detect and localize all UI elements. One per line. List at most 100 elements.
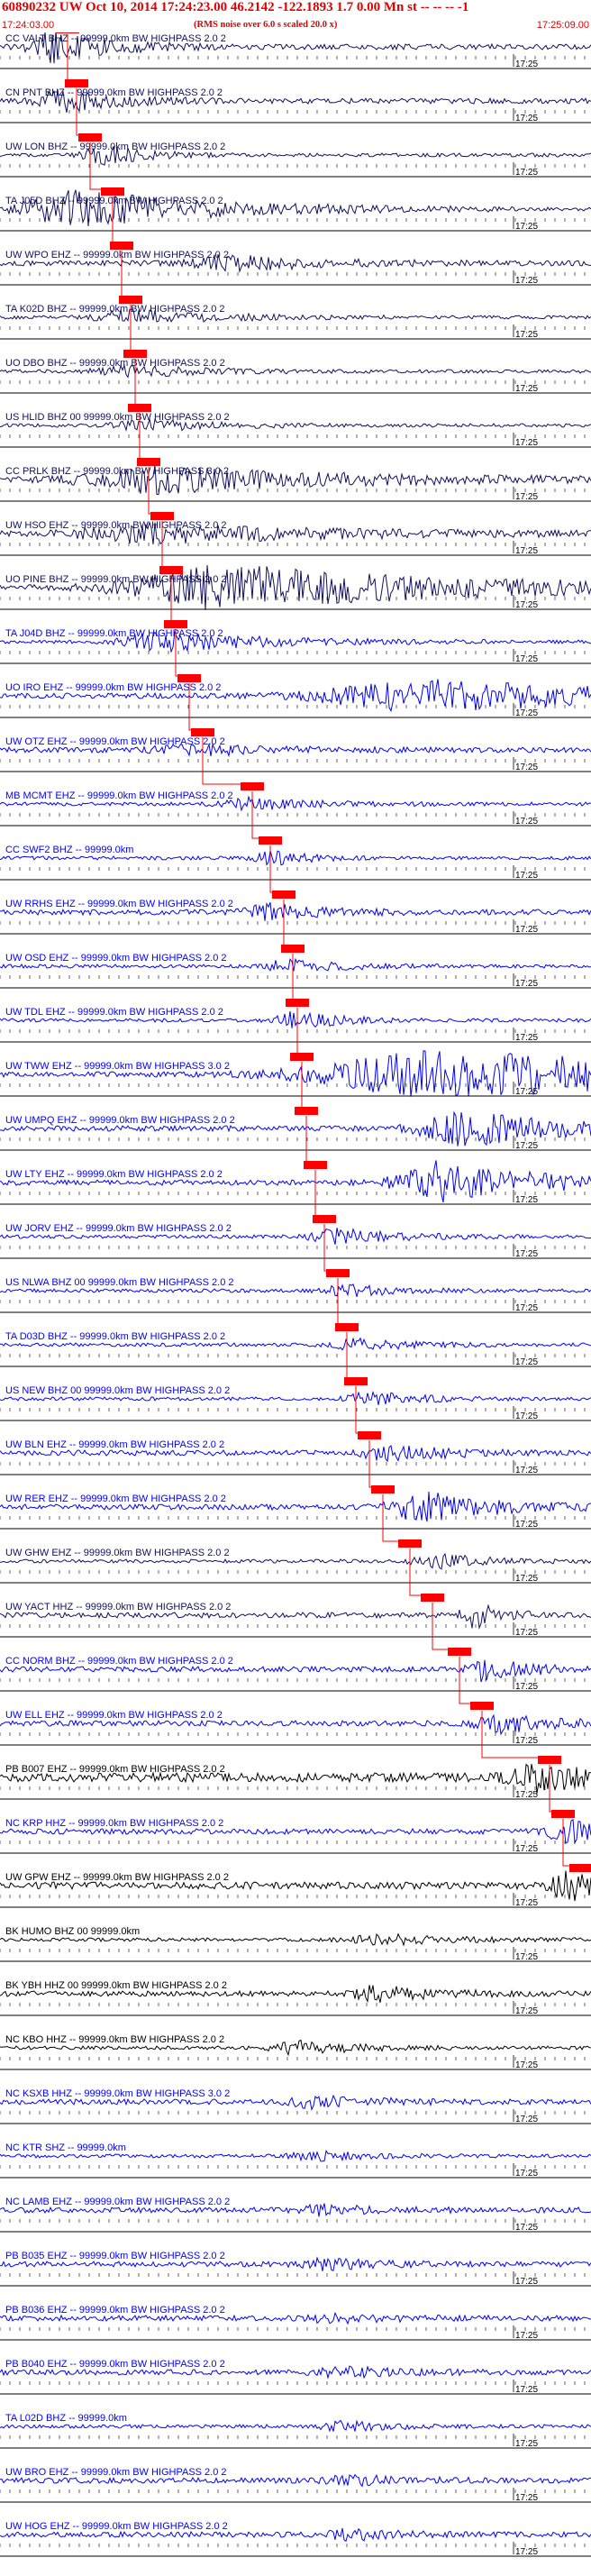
minute-tick-label: 17:25 [515,1249,538,1259]
channel-24: TA D03D BHZ -- 99999.0km BW HIGHPASS 2.0… [0,1331,591,1367]
minute-tick-label: 17:25 [515,1574,538,1584]
pick-marker [65,79,88,87]
channel-11: TA J04D BHZ -- 99999.0km BW HIGHPASS 2.0… [0,628,591,664]
channel-label: UW RRHS EHZ -- 99999.0km BW HIGHPASS 2.0… [5,899,233,909]
channel-label: CN PNT BHZ -- 99999.0km BW HIGHPASS 2.0 … [5,87,223,98]
channel-30: CC NORM BHZ -- 99999.0km BW HIGHPASS 2.0… [0,1656,591,1692]
channel-label: UW RER EHZ -- 99999.0km BW HIGHPASS 2.0 … [5,1494,226,1504]
pick-marker [326,1269,350,1277]
channel-label: PB B035 EHZ -- 99999.0km BW HIGHPASS 2.0… [5,2251,225,2261]
minute-tick-label: 17:25 [515,1357,538,1367]
minute-tick-label: 17:25 [515,979,538,989]
pick-marker [259,836,282,845]
pick-marker [448,1648,471,1656]
minute-tick-label: 17:25 [515,1466,538,1475]
pick-line [368,1440,383,1488]
minute-tick-label: 17:25 [515,168,538,178]
minute-tick-label: 17:25 [515,59,538,69]
minute-tick-label: 17:25 [515,600,538,610]
channel-31: UW ELL EHZ -- 99999.0km BW HIGHPASS 2.0 … [0,1710,591,1746]
minute-tick-label: 17:25 [515,2115,538,2124]
minute-tick-label: 17:25 [515,925,538,935]
pick-line [305,1116,315,1164]
channel-label: UW HOG EHZ -- 99999.0km BW HIGHPASS 2.0 … [5,2521,228,2532]
channel-label: UW ELL EHZ -- 99999.0km BW HIGHPASS 2.0 … [5,1710,223,1721]
channel-45: UW BRO EHZ -- 99999.0km BW HIGHPASS 2.0 … [0,2467,591,2503]
minute-tick-label: 17:25 [515,222,538,232]
channel-label: UW JORV EHZ -- 99999.0km BW HIGHPASS 2.0… [5,1223,232,1234]
channel-17: UW OSD EHZ -- 99999.0km BW HIGHPASS 2.0 … [0,953,591,989]
minute-tick-label: 17:25 [515,1682,538,1692]
waveform-trace [0,565,591,610]
start-time-label: 17:24:03.00 [2,20,55,31]
channel-42: PB B036 EHZ -- 99999.0km BW HIGHPASS 2.0… [0,2305,591,2341]
minute-tick-label: 17:25 [515,1141,538,1151]
channel-41: PB B035 EHZ -- 99999.0km BW HIGHPASS 2.0… [0,2251,591,2287]
channel-label: PB B036 EHZ -- 99999.0km BW HIGHPASS 2.0… [5,2305,225,2316]
waveform-trace [0,146,591,166]
minute-tick-label: 17:25 [515,492,538,502]
minute-tick-label: 17:25 [515,1087,538,1097]
channel-label: UW GPW EHZ -- 99999.0km BW HIGHPASS 2.0 … [5,1872,229,1883]
channel-34: UW GPW EHZ -- 99999.0km BW HIGHPASS 2.0 … [0,1870,591,1908]
channel-25: US NEW BHZ 00 99999.0km BW HIGHPASS 2.0 … [0,1385,591,1421]
pick-marker [371,1485,395,1494]
minute-tick-label: 17:25 [515,1303,538,1313]
channel-label: TA K02D BHZ -- 99999.0km BW HIGHPASS 2.0… [5,304,225,315]
pick-marker [281,945,305,953]
channel-13: UW OTZ EHZ -- 99999.0km BW HIGHPASS 2.0 … [0,736,591,772]
channel-label: UW UMPQ EHZ -- 99999.0km BW HIGHPASS 2.0… [5,1115,235,1126]
channel-label: UW TWW EHZ -- 99999.0km BW HIGHPASS 3.0 … [5,1061,230,1072]
minute-tick-label: 17:25 [515,2331,538,2341]
channel-23: US NLWA BHZ 00 99999.0km BW HIGHPASS 2.0… [0,1277,591,1313]
pick-marker [569,1864,591,1872]
channel-6: UO DBO BHZ -- 99999.0km BW HIGHPASS 2.0 … [0,358,591,394]
pick-line [314,1170,324,1218]
minute-tick-label: 17:25 [515,546,538,556]
pick-marker [470,1702,494,1710]
minute-tick-label: 17:25 [515,1411,538,1421]
channel-label: UW OTZ EHZ -- 99999.0km BW HIGHPASS 2.0 … [5,736,225,747]
channel-label: UW BRO EHZ -- 99999.0km BW HIGHPASS 2.0 … [5,2467,227,2478]
pick-marker [128,404,151,412]
channel-label: NC KRP HHZ -- 99999.0km BW HIGHPASS 2.0 … [5,1818,223,1829]
minute-tick-label: 17:25 [515,817,538,827]
channel-label: UW BLN EHZ -- 99999.0km BW HIGHPASS 2.0 … [5,1439,224,1450]
channel-label: UW GHW EHZ -- 99999.0km BW HIGHPASS 2.0 … [5,1548,230,1558]
channel-40: NC LAMB EHZ -- 99999.0km BW HIGHPASS 2.0… [0,2197,591,2233]
channel-38: NC KSXB HHZ -- 99999.0km BW HIGHPASS 3.0… [0,2088,591,2124]
channel-label: NC LAMB EHZ -- 99999.0km BW HIGHPASS 2.0… [5,2197,230,2207]
channel-20: UW UMPQ EHZ -- 99999.0km BW HIGHPASS 2.0… [0,1110,591,1151]
minute-tick-label: 17:25 [515,2277,538,2287]
channel-label: UW YACT HHZ -- 99999.0km BW HIGHPASS 2.0… [5,1602,231,1612]
pick-marker [344,1377,368,1385]
minute-tick-label: 17:25 [515,1952,538,1962]
plot-header: 60890232 UW Oct 10, 2014 17:24:23.00 46.… [0,0,591,36]
channel-label: UW LON BHZ -- 99999.0km BW HIGHPASS 2.0 … [5,142,225,152]
channel-32: PB B007 EHZ -- 99999.0km BW HIGHPASS 2.0… [0,1763,591,1800]
waveform-trace [0,89,591,114]
channel-label: BK HUMO BHZ 00 99999.0km [5,1926,140,1937]
channel-4: UW WPO EHZ -- 99999.0km BW HIGHPASS 2.0 … [0,250,591,286]
channel-label: PB B040 EHZ -- 99999.0km BW HIGHPASS 2.0… [5,2359,225,2370]
pick-marker [421,1594,444,1602]
minute-tick-label: 17:25 [515,708,538,718]
channel-39: NC KTR SHZ -- 99999.0km 17:25 [0,2142,591,2179]
channel-22: UW JORV EHZ -- 99999.0km BW HIGHPASS 2.0… [0,1223,591,1259]
channel-7: US HLID BHZ 00 99999.0km BW HIGHPASS 2.0… [0,412,591,448]
channel-label: CC SWF2 BHZ -- 99999.0km [5,845,133,855]
noise-scale-note: (RMS noise over 6.0 s scaled 20.0 x) [194,20,338,30]
pick-marker [538,1756,561,1764]
channel-label: US NEW BHZ 00 99999.0km BW HIGHPASS 2.0 … [5,1385,230,1396]
pick-marker [551,1810,575,1818]
minute-tick-label: 17:25 [515,438,538,448]
minute-tick-label: 17:25 [515,114,538,123]
channel-10: UO PINE BHZ -- 99999.0km BW HIGHPASS 2.0… [0,565,591,610]
channel-label: BK YBH HHZ 00 99999.0km BW HIGHPASS 2.0 … [5,1980,227,1991]
pick-marker [295,1107,318,1115]
minute-tick-label: 17:25 [515,2006,538,2016]
pick-line [346,1332,356,1380]
channel-label: CC NORM BHZ -- 99999.0km BW HIGHPASS 2.0… [5,1656,233,1667]
pick-marker [110,242,133,250]
channel-5: TA K02D BHZ -- 99999.0km BW HIGHPASS 2.0… [0,304,591,340]
